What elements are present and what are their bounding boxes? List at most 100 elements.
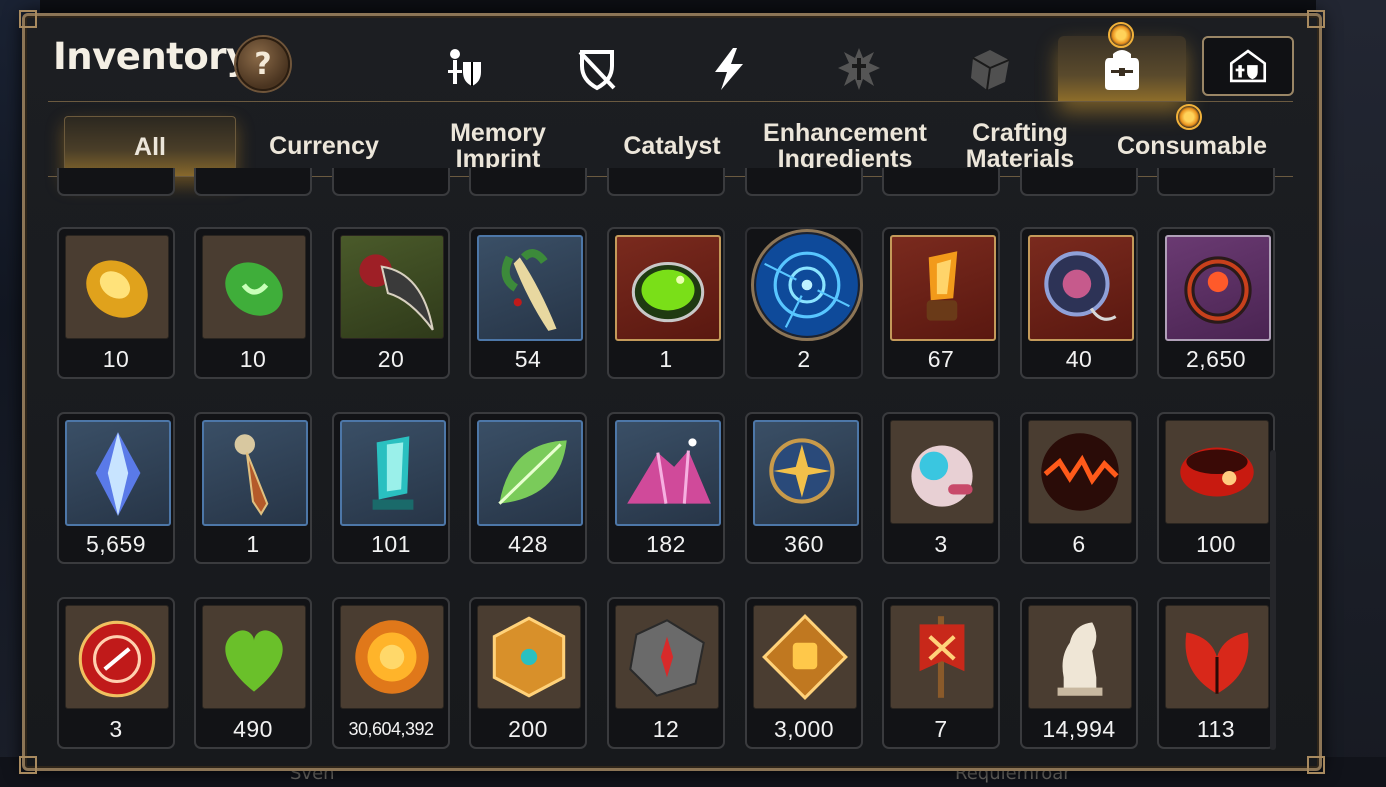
golden-crest-icon [477,605,581,709]
inventory-slot[interactable]: 3 [882,412,1000,564]
inventory-slot[interactable]: 2,650 [1157,227,1275,379]
hero-gear-icon [448,49,481,86]
green-heart-icon [202,605,306,709]
ginseng-root-icon [477,235,583,341]
inventory-slot[interactable]: 30,604,392 [332,597,450,749]
inventory-slot[interactable]: 2 [745,227,863,379]
inventory-slot[interactable]: 5,659 [57,412,175,564]
cube-tab[interactable] [926,36,1054,102]
help-button[interactable]: ? [236,37,290,91]
item-quantity: 100 [1196,531,1236,557]
inventory-slot[interactable]: 20 [332,227,450,379]
red-seal-badge-icon [65,605,169,709]
inventory-slot[interactable]: 7 [882,597,1000,749]
item-quantity: 101 [371,531,411,557]
spiked-ring-icon [1028,235,1134,341]
inventory-slot[interactable]: 200 [469,597,587,749]
item-quantity: 2,650 [1185,346,1247,372]
item-quantity: 1 [659,346,673,372]
sun-coin-icon [340,605,444,709]
inventory-slot[interactable]: 6 [1020,412,1138,564]
page-title: Inventory [53,35,250,78]
item-quantity: 2 [797,346,811,372]
tab-memory-imprint[interactable]: Memory Imprint [412,116,584,176]
storage-house-tab[interactable] [1202,36,1294,96]
inventory-slot[interactable]: 12 [607,597,725,749]
partial-slot [607,168,725,196]
beast-claw-icon [340,235,444,339]
backpack-notification-dot [1108,22,1134,48]
inventory-slot[interactable]: 3,000 [745,597,863,749]
inventory-slot[interactable]: 101 [332,412,450,564]
tab-crafting-materials[interactable]: Crafting Materials [934,116,1106,176]
blue-rune-orb-icon [751,229,863,341]
robot-orb-icon [890,420,994,524]
background-right-panel [1316,0,1386,787]
amber-gem-icon [65,235,169,339]
partial-slot [1157,168,1275,196]
item-quantity: 182 [646,531,686,557]
hero-gear-tab[interactable] [402,36,530,102]
cyan-prism-icon [340,420,446,526]
inventory-slot[interactable]: 360 [745,412,863,564]
inventory-slot[interactable]: 428 [469,412,587,564]
item-quantity: 7 [934,716,948,742]
frame-corner [1307,756,1325,774]
war-banner-icon [890,605,994,709]
inventory-slot[interactable]: 67 [882,227,1000,379]
blue-crystal-icon [65,420,171,526]
lava-orb-icon [1028,420,1132,524]
item-quantity: 12 [652,716,680,742]
partial-slot [1020,168,1138,196]
partial-slot [194,168,312,196]
inventory-slot[interactable]: 113 [1157,597,1275,749]
inventory-slot[interactable]: 40 [1020,227,1138,379]
storage-house-icon [1229,49,1267,83]
shield-crossed-tab[interactable] [533,36,661,102]
cube-icon [971,50,1010,91]
glowing-leaf-icon [477,420,583,526]
frame-corner [19,756,37,774]
flame-crystal-icon [890,235,996,341]
item-quantity: 54 [514,346,542,372]
partial-slot [57,168,175,196]
red-band-icon [1165,420,1269,524]
item-quantity: 40 [1065,346,1093,372]
tab-enhancement-ingredients[interactable]: Enhancement Ingredients [756,116,934,176]
consumable-notification-dot [1176,104,1202,130]
item-quantity: 20 [377,346,405,372]
compass-stone-icon [615,605,719,709]
inventory-slot[interactable]: 54 [469,227,587,379]
pendulum-key-icon [202,420,308,526]
inventory-slot[interactable]: 1 [194,412,312,564]
tab-currency[interactable]: Currency [238,116,410,176]
inventory-slot[interactable]: 14,994 [1020,597,1138,749]
item-quantity: 3,000 [773,716,835,742]
scrollbar[interactable] [1270,450,1276,750]
splatter-emblem-tab[interactable] [795,36,923,102]
inventory-slot[interactable]: 490 [194,597,312,749]
green-potion-jar-icon [615,235,721,341]
pink-crystal-pile-icon [615,420,721,526]
item-quantity: 200 [508,716,548,742]
splatter-emblem-icon [838,48,880,90]
inventory-slot[interactable]: 10 [194,227,312,379]
inventory-slot[interactable]: 100 [1157,412,1275,564]
item-quantity: 490 [233,716,273,742]
tab-catalyst[interactable]: Catalyst [586,116,758,176]
item-quantity: 10 [102,346,130,372]
lightning-tab[interactable] [664,36,792,102]
inventory-slot[interactable]: 182 [607,412,725,564]
tab-label: Currency [269,132,379,160]
item-quantity: 113 [1196,716,1236,742]
item-quantity: 360 [784,531,824,557]
item-quantity: 67 [927,346,955,372]
star-amulet-icon [753,420,859,526]
item-quantity: 6 [1072,531,1086,557]
knight-chess-icon [1028,605,1132,709]
tab-label: All [134,133,166,161]
inventory-slot[interactable]: 1 [607,227,725,379]
green-rune-gem-icon [202,235,306,339]
inventory-slot[interactable]: 10 [57,227,175,379]
inventory-slot[interactable]: 3 [57,597,175,749]
